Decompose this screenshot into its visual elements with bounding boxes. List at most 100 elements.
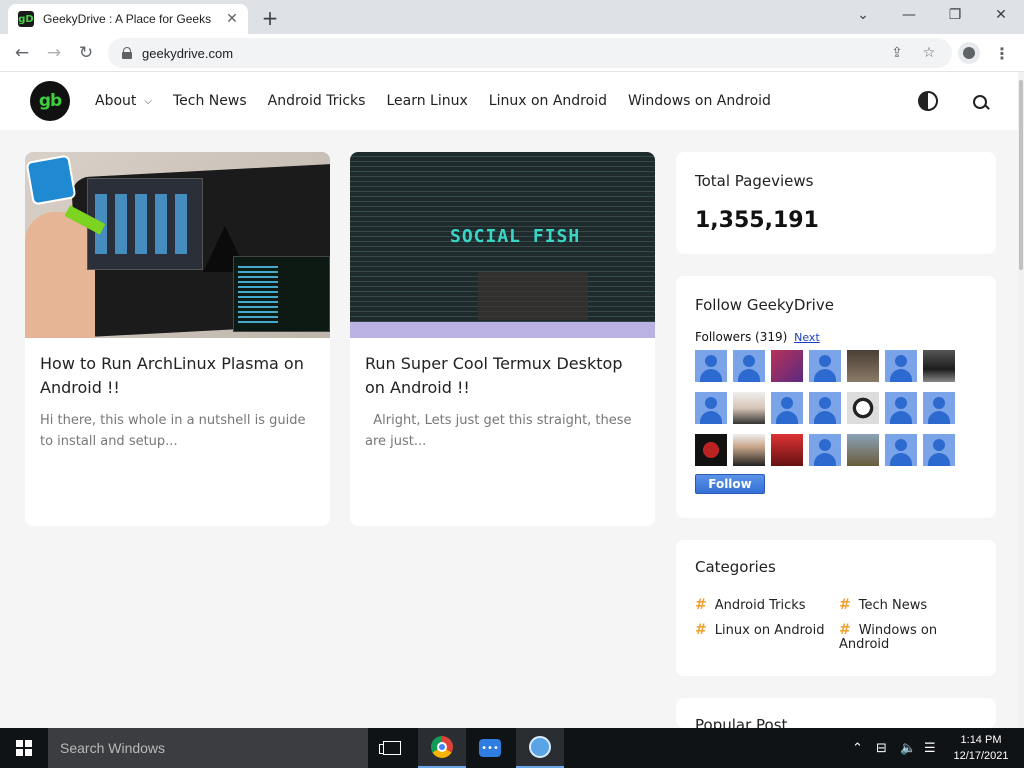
pageviews-count: 1,355,191 xyxy=(695,208,819,233)
thumbnail-logo-text: SOCIAL FISH xyxy=(450,226,581,247)
logo-text: gb xyxy=(38,91,62,111)
network-icon[interactable]: ⊟ xyxy=(876,728,887,768)
avatar[interactable] xyxy=(771,434,803,466)
site-logo[interactable]: gb xyxy=(30,81,70,121)
scrollbar-thumb[interactable] xyxy=(1019,80,1023,270)
hand-illustration xyxy=(25,212,95,338)
more-menu-icon[interactable]: ⋮ xyxy=(992,42,1012,64)
post-title[interactable]: How to Run ArchLinux Plasma on Android !… xyxy=(40,352,320,400)
forward-arrow-icon[interactable]: → xyxy=(42,41,66,65)
avatar[interactable] xyxy=(695,434,727,466)
category-link[interactable]: # Linux on Android xyxy=(695,623,824,638)
avatar[interactable] xyxy=(923,434,955,466)
clock-date: 12/17/2021 xyxy=(953,750,1009,762)
taskbar-control-panel-button[interactable] xyxy=(516,728,564,768)
search-placeholder: Search Windows xyxy=(60,740,166,756)
keyboard-illustration xyxy=(478,272,588,320)
volume-muted-icon[interactable]: 🔈 xyxy=(900,728,916,768)
followers-count: Followers (319) Next xyxy=(695,330,820,344)
share-icon[interactable]: ⇪ xyxy=(886,42,908,64)
category-link[interactable]: # Tech News xyxy=(839,598,927,613)
pageviews-widget: Total Pageviews 1,355,191 xyxy=(676,152,996,254)
avatar[interactable] xyxy=(885,350,917,382)
nav-item-learn-linux[interactable]: Learn Linux xyxy=(386,93,467,109)
chrome-icon xyxy=(431,736,453,758)
post-thumbnail[interactable] xyxy=(25,152,330,338)
search-icon[interactable] xyxy=(970,92,990,112)
avatar[interactable] xyxy=(809,350,841,382)
maximize-icon[interactable]: ❐ xyxy=(932,0,978,30)
avatar[interactable] xyxy=(733,392,765,424)
minimize-icon[interactable]: — xyxy=(886,0,932,30)
browser-tab[interactable]: gD GeekyDrive : A Place for Geeks ✕ xyxy=(8,4,248,34)
post-thumbnail[interactable]: SOCIAL FISH xyxy=(350,152,655,338)
avatar[interactable] xyxy=(923,350,955,382)
nav-label: Learn Linux xyxy=(386,93,468,109)
nav-item-android-tricks[interactable]: Android Tricks xyxy=(268,93,366,109)
next-link[interactable]: Next xyxy=(794,331,820,344)
avatar[interactable] xyxy=(847,350,879,382)
window-close-icon[interactable]: ✕ xyxy=(978,0,1024,30)
lock-icon[interactable] xyxy=(122,47,132,59)
avatar[interactable] xyxy=(885,434,917,466)
followers-label: Followers (319) xyxy=(695,330,788,344)
star-icon[interactable]: ☆ xyxy=(918,42,940,64)
plus-icon[interactable]: + xyxy=(258,6,282,30)
close-icon[interactable]: ✕ xyxy=(224,11,240,27)
avatar[interactable] xyxy=(695,392,727,424)
task-view-button[interactable] xyxy=(368,728,416,768)
nav-item-linux-on-android[interactable]: Linux on Android xyxy=(489,93,607,109)
followers-widget: Follow GeekyDrive Followers (319) Next F… xyxy=(676,276,996,518)
nav-item-about[interactable]: About ⌵ xyxy=(95,93,152,109)
category-label: Tech News xyxy=(858,598,928,613)
taskbar-chrome-button[interactable] xyxy=(418,728,466,768)
nav-item-windows-on-android[interactable]: Windows on Android xyxy=(628,93,771,109)
terminal-window-illustration xyxy=(233,256,330,332)
avatar[interactable] xyxy=(847,434,879,466)
category-link[interactable]: # Android Tricks xyxy=(695,598,806,613)
back-arrow-icon[interactable]: ← xyxy=(10,41,34,65)
category-link[interactable]: # Windows on Android xyxy=(839,623,969,652)
follower-avatar-grid xyxy=(695,350,965,466)
hash-icon: # xyxy=(839,597,851,613)
taskbar-messaging-button[interactable]: ••• xyxy=(466,728,514,768)
start-button[interactable] xyxy=(0,728,48,768)
taskbar-clock[interactable]: 1:14 PM 12/17/2021 xyxy=(946,732,1016,764)
taskbar-search-box[interactable]: Search Windows xyxy=(48,728,368,768)
hash-icon: # xyxy=(695,622,707,638)
page-scrollbar[interactable] xyxy=(1018,72,1024,728)
avatar[interactable] xyxy=(809,434,841,466)
url-text[interactable]: geekydrive.com xyxy=(142,46,233,61)
address-bar[interactable]: geekydrive.com xyxy=(108,38,952,68)
avatar[interactable] xyxy=(733,350,765,382)
reload-icon[interactable]: ↻ xyxy=(74,41,98,65)
vscode-logo-icon xyxy=(25,154,77,206)
nav-label: About xyxy=(95,93,137,109)
post-card[interactable]: SOCIAL FISH Run Super Cool Termux Deskto… xyxy=(350,152,655,526)
notification-icon[interactable]: ☰ xyxy=(924,728,936,768)
clock-time: 1:14 PM xyxy=(960,734,1002,746)
chevron-up-icon[interactable]: ⌃ xyxy=(852,728,863,768)
widget-title: Total Pageviews xyxy=(695,172,814,190)
avatar[interactable] xyxy=(847,392,879,424)
dark-mode-toggle-icon[interactable] xyxy=(918,91,938,111)
thumbnail-bottom-bar xyxy=(350,322,655,338)
post-excerpt: Alright, Lets just get this straight, th… xyxy=(365,413,636,449)
avatar[interactable] xyxy=(885,392,917,424)
avatar[interactable] xyxy=(771,350,803,382)
post-card[interactable]: How to Run ArchLinux Plasma on Android !… xyxy=(25,152,330,526)
chevron-down-icon: ⌵ xyxy=(144,95,152,107)
nav-label: Linux on Android xyxy=(488,93,607,109)
avatar[interactable] xyxy=(923,392,955,424)
avatar[interactable] xyxy=(809,392,841,424)
avatar[interactable] xyxy=(733,434,765,466)
post-title[interactable]: Run Super Cool Termux Desktop on Android… xyxy=(365,352,645,400)
avatar[interactable] xyxy=(695,350,727,382)
widget-title: Follow GeekyDrive xyxy=(695,296,834,314)
nav-item-tech-news[interactable]: Tech News xyxy=(173,93,247,109)
follow-button[interactable]: Follow xyxy=(695,474,765,494)
profile-avatar-icon[interactable] xyxy=(958,42,980,64)
chevron-down-icon[interactable]: ⌄ xyxy=(840,0,886,30)
windows-taskbar: Search Windows ••• ⌃ ⊟ 🔈 ☰ 1:14 PM 12/17… xyxy=(0,728,1024,768)
avatar[interactable] xyxy=(771,392,803,424)
